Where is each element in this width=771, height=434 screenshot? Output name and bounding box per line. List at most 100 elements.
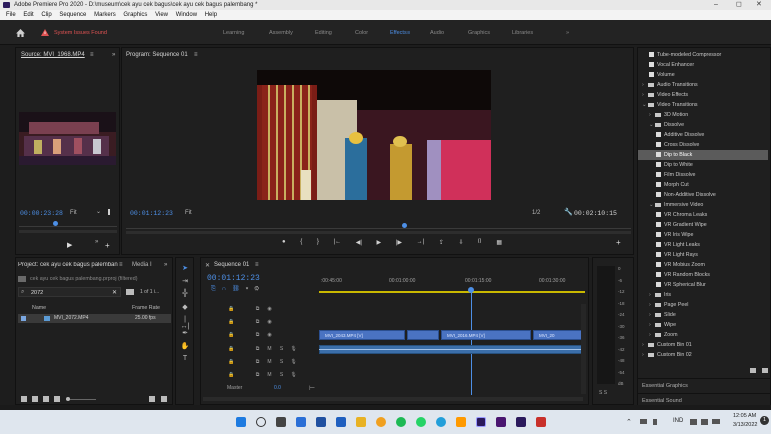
add-marker-button[interactable]: ●: [282, 239, 286, 249]
workspace-graphics[interactable]: Graphics: [468, 30, 490, 36]
tray-device-icon[interactable]: [640, 419, 647, 424]
lock-icon[interactable]: 🔒: [227, 306, 236, 312]
lock-icon[interactable]: [21, 396, 27, 402]
effect-item[interactable]: ⌄ Dissolve: [638, 120, 768, 130]
slip-tool-icon[interactable]: |↔|: [180, 316, 190, 330]
warning-icon[interactable]: [41, 29, 49, 36]
wrench-icon[interactable]: 🔧: [564, 208, 573, 216]
source-playhead[interactable]: [53, 221, 58, 226]
eye-icon[interactable]: ◉: [265, 332, 274, 338]
zoom-slider-thumb[interactable]: [66, 397, 70, 401]
effect-item[interactable]: Dip to White: [638, 160, 768, 170]
sync-lock-icon[interactable]: ⧉: [253, 306, 262, 312]
widgets-icon[interactable]: [296, 417, 306, 427]
clear-search-icon[interactable]: ✕: [112, 289, 117, 296]
menu-graphics[interactable]: Graphics: [123, 12, 147, 18]
source-fit-arrow[interactable]: ⌄: [96, 208, 101, 215]
telegram-icon[interactable]: [436, 417, 446, 427]
work-area-bar[interactable]: [319, 291, 585, 293]
eye-icon[interactable]: ◉: [265, 306, 274, 312]
program-add-button[interactable]: +: [616, 238, 621, 247]
source-settings-icon[interactable]: [108, 209, 110, 215]
delete-icon[interactable]: [762, 368, 768, 373]
effect-item[interactable]: VR Mobius Zoom: [638, 260, 768, 270]
effect-item[interactable]: VR Iris Wipe: [638, 230, 768, 240]
program-playhead[interactable]: [402, 223, 407, 228]
sync-lock-icon[interactable]: ⧉: [253, 372, 262, 378]
clock-date[interactable]: 3/13/2022: [733, 422, 757, 428]
new-bin-button-icon[interactable]: [149, 396, 155, 402]
battery-icon[interactable]: [712, 419, 720, 424]
freeform-view-icon[interactable]: [54, 396, 60, 402]
effects-menu-icon[interactable]: ≡: [407, 30, 410, 36]
maximize-button[interactable]: ◻: [736, 0, 742, 10]
zoom-slider[interactable]: [66, 399, 96, 400]
new-bin-from-search-icon[interactable]: [126, 289, 134, 295]
tray-chevron-icon[interactable]: ⌃: [626, 418, 632, 426]
edge-browser-icon[interactable]: [336, 417, 346, 427]
effect-item[interactable]: ⌄ Video Transitions: [638, 100, 768, 110]
notification-badge[interactable]: 1: [760, 416, 769, 425]
timeline-settings-icon[interactable]: ⚙: [254, 286, 265, 292]
language-indicator[interactable]: IND: [673, 418, 683, 424]
workspace-libraries[interactable]: Libraries: [512, 30, 533, 36]
effect-item[interactable]: › 3D Motion: [638, 110, 768, 120]
effect-item[interactable]: ⌄ Immersive Video: [638, 200, 768, 210]
volume-icon[interactable]: [701, 419, 708, 425]
windows-start-icon[interactable]: [236, 417, 246, 427]
wps-office-icon[interactable]: [536, 417, 546, 427]
search-icon[interactable]: [256, 417, 266, 427]
home-icon[interactable]: [16, 29, 25, 37]
go-to-in-button[interactable]: |←: [334, 239, 342, 249]
effect-item[interactable]: › Zoom: [638, 330, 768, 340]
effect-item[interactable]: › Slide: [638, 310, 768, 320]
menu-view[interactable]: View: [155, 12, 168, 18]
timeline-horizontal-scrollbar[interactable]: [203, 397, 583, 401]
type-tool-icon[interactable]: T: [180, 355, 190, 364]
source-more-controls[interactable]: »: [95, 239, 98, 245]
video-clip[interactable]: [407, 330, 439, 340]
menu-file[interactable]: File: [6, 12, 16, 18]
column-frame-rate-header[interactable]: Frame Rate: [132, 305, 160, 311]
meter-solo-buttons[interactable]: S S: [599, 390, 607, 396]
export-frame-button[interactable]: ⌷: [478, 239, 482, 249]
track-select-tool-icon[interactable]: ⇥: [180, 277, 190, 286]
timeline-close-icon[interactable]: ✕: [205, 262, 210, 269]
effect-item[interactable]: VR Light Leaks: [638, 240, 768, 250]
workspace-effects[interactable]: Effects: [390, 30, 407, 36]
workspace-color[interactable]: Color: [355, 30, 368, 36]
menu-help[interactable]: Help: [205, 12, 217, 18]
media-encoder-icon[interactable]: [496, 417, 506, 427]
spotify-icon[interactable]: [396, 417, 406, 427]
menu-markers[interactable]: Markers: [94, 12, 116, 18]
video-clip[interactable]: MVI_2043.MP4 [V]: [319, 330, 405, 340]
minimize-button[interactable]: –: [714, 0, 718, 10]
source-add-button[interactable]: +: [105, 241, 110, 250]
effect-item[interactable]: Film Dissolve: [638, 170, 768, 180]
label-color-swatch[interactable]: [21, 316, 26, 321]
project-tab[interactable]: Project: cek ayu cek bagus palembang: [18, 262, 118, 268]
effect-item[interactable]: Cross Dissolve: [638, 140, 768, 150]
master-end-icon[interactable]: ⊢: [309, 384, 315, 392]
program-timecode[interactable]: 00:01:12:23: [130, 210, 173, 217]
close-button[interactable]: ✕: [756, 0, 762, 10]
lock-icon[interactable]: 🔒: [227, 332, 236, 338]
master-volume-value[interactable]: 0.0: [274, 385, 281, 391]
workspace-audio[interactable]: Audio: [430, 30, 444, 36]
essential-graphics-tab[interactable]: Essential Graphics: [638, 378, 771, 392]
project-item-row[interactable]: MVI_2072.MP4 25.00 fps: [18, 314, 171, 323]
ripple-edit-tool-icon[interactable]: ╬: [180, 290, 190, 299]
list-view-icon[interactable]: [32, 396, 38, 402]
tray-mic-icon[interactable]: [653, 419, 657, 425]
effect-item[interactable]: › Iris: [638, 290, 768, 300]
timeline-ruler[interactable]: :00:45:00 00:01:00:00 00:01:15:00 00:01:…: [319, 276, 585, 294]
source-more-icon[interactable]: »: [112, 52, 115, 58]
sync-lock-icon[interactable]: ⧉: [253, 346, 262, 352]
effect-item[interactable]: VR Gradient Wipe: [638, 220, 768, 230]
workspace-more-button[interactable]: »: [566, 30, 569, 36]
linked-selection-icon[interactable]: ⛓: [232, 286, 246, 292]
mark-out-button[interactable]: }: [317, 239, 319, 249]
illustrator-icon[interactable]: [456, 417, 466, 427]
lock-icon[interactable]: 🔒: [227, 359, 236, 365]
timeline-timecode[interactable]: 00:01:12:23: [207, 274, 260, 283]
